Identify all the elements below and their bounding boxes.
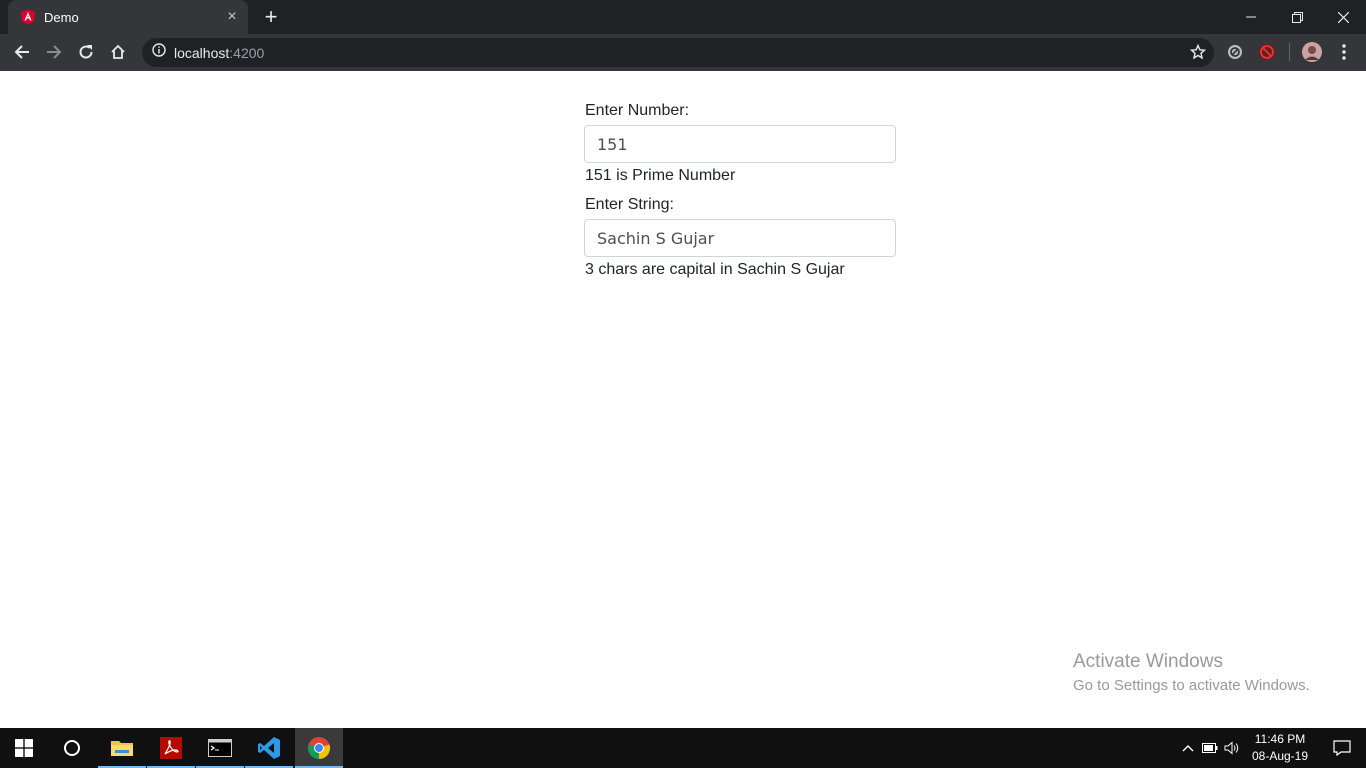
restore-icon [1291,11,1303,23]
windows-logo-icon [15,739,33,757]
prime-result-text: 151 is Prime Number [585,167,736,184]
pdf-icon [160,737,182,759]
watermark-subtitle: Go to Settings to activate Windows. [1073,677,1310,694]
new-tab-button[interactable]: + [258,4,284,30]
browser-toolbar: localhost:4200 [0,34,1366,71]
address-bar[interactable]: localhost:4200 [142,38,1214,67]
watermark-title: Activate Windows [1073,651,1223,672]
bookmark-star-icon[interactable] [1189,43,1207,65]
windows-taskbar: 11:46 PM 08-Aug-19 [0,728,1366,768]
reload-icon [79,45,93,59]
number-input[interactable] [584,125,896,163]
forward-button[interactable] [40,38,68,66]
toolbar-divider [1289,43,1290,61]
home-button[interactable] [104,38,132,66]
terminal-icon [208,739,232,757]
info-icon[interactable] [152,43,166,62]
profile-avatar[interactable] [1301,41,1323,63]
clock-time: 11:46 PM [1254,732,1306,746]
back-button[interactable] [8,38,36,66]
cortana-button[interactable] [48,728,96,768]
battery-icon[interactable] [1198,743,1222,753]
system-tray [1178,728,1242,768]
string-label: Enter String: [585,196,674,213]
tab-close-button[interactable]: × [220,8,244,26]
cortana-circle-icon [64,740,80,756]
browser-titlebar: Demo × + [0,0,1366,34]
terminal-button[interactable] [196,728,244,768]
url-host: localhost [174,44,230,61]
close-window-button[interactable] [1320,0,1366,34]
chrome-button[interactable] [295,728,343,768]
chrome-icon [307,737,331,760]
folder-icon [111,741,133,756]
taskbar-clock[interactable]: 11:46 PM 08-Aug-19 [1244,731,1316,765]
reload-button[interactable] [72,38,100,66]
home-icon [111,44,125,59]
clock-date: 08-Aug-19 [1251,749,1309,763]
arrow-left-icon [14,45,29,59]
notification-icon [1333,740,1351,756]
extension-block-icon[interactable] [1225,42,1245,62]
activate-windows-watermark: Activate Windows Go to Settings to activ… [1073,651,1310,694]
window-controls [1228,0,1366,34]
string-input[interactable] [584,219,896,257]
action-center-button[interactable] [1318,728,1366,768]
page-content: Enter Number: 151 is Prime Number Enter … [0,71,1366,728]
close-icon [1337,11,1349,23]
minimize-icon [1246,16,1256,18]
start-button[interactable] [0,728,48,768]
show-hidden-icons-chevron-icon[interactable] [1178,744,1198,752]
file-explorer-button[interactable] [98,728,146,768]
demo-form: Enter Number: 151 is Prime Number Enter … [584,101,896,289]
capital-count-text: 3 chars are capital in Sachin S Gujar [585,261,845,278]
browser-tab[interactable]: Demo × [8,0,248,34]
tab-title: Demo [44,9,79,25]
vscode-button[interactable] [245,728,293,768]
volume-icon[interactable] [1222,741,1242,755]
angular-icon [20,9,36,25]
url-port: :4200 [229,44,265,61]
vscode-icon [258,737,280,759]
acrobat-button[interactable] [147,728,195,768]
restore-button[interactable] [1274,0,1320,34]
number-label: Enter Number: [585,102,690,119]
minimize-button[interactable] [1228,0,1274,34]
extension-adblock-icon[interactable] [1257,42,1277,62]
arrow-right-icon [47,45,62,59]
menu-kebab-icon[interactable] [1334,42,1354,62]
